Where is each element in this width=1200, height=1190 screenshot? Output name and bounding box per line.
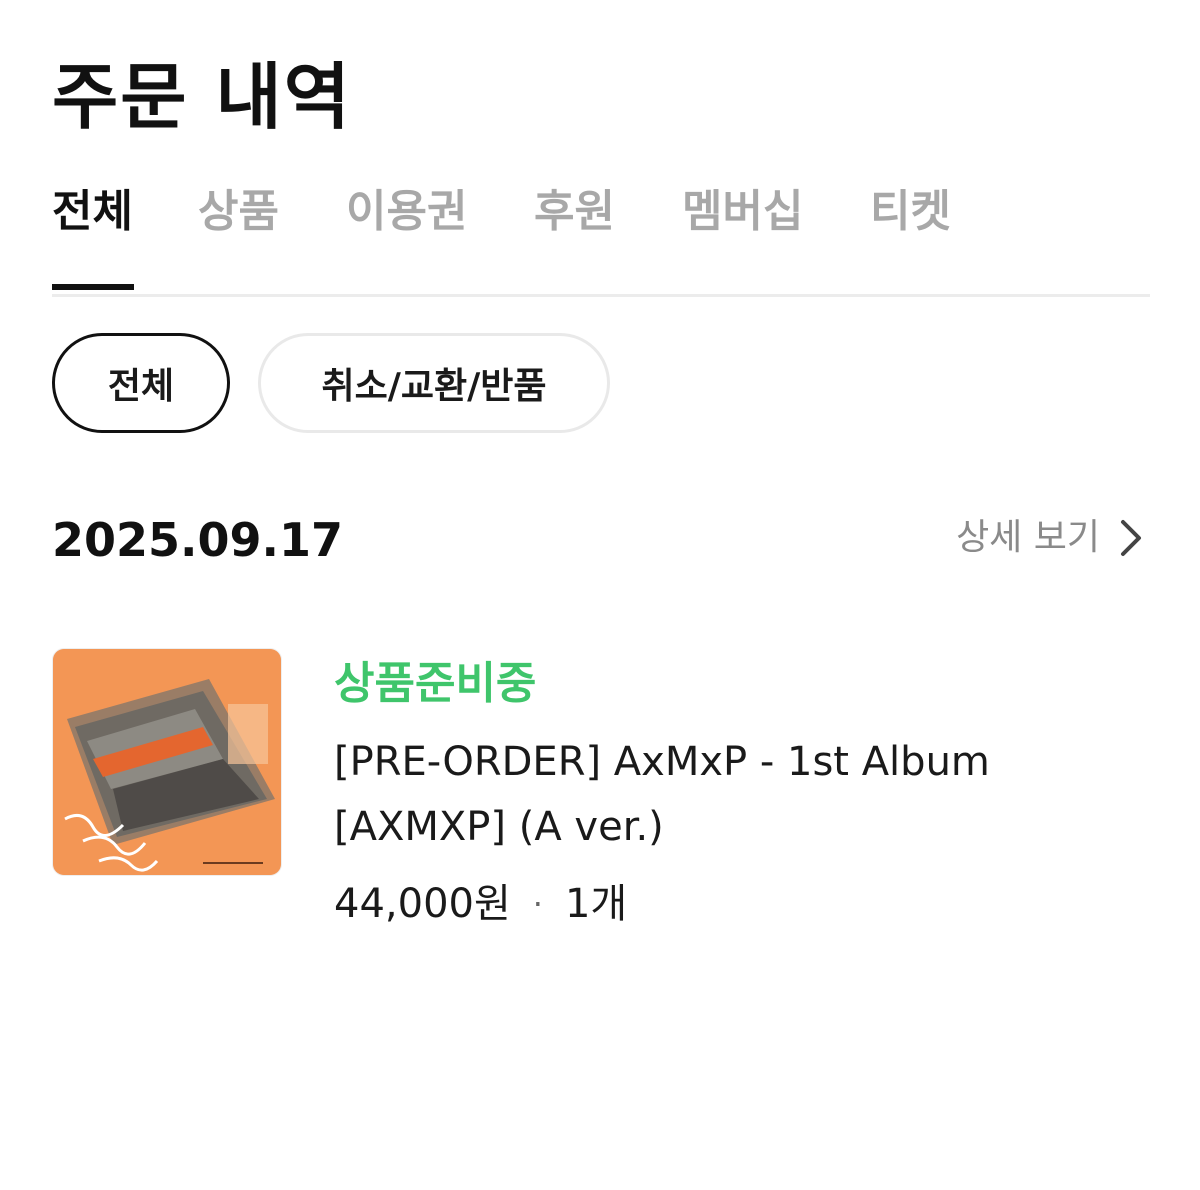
product-name[interactable]: [PRE-ORDER] AxMxP - 1st Album [AXMXP] (A… xyxy=(334,730,1094,860)
product-thumbnail[interactable] xyxy=(52,648,282,876)
price-quantity-row: 44,000원 · 1개 xyxy=(334,876,627,932)
tab-all[interactable]: 전체 xyxy=(52,180,133,244)
item-price: 44,000원 xyxy=(334,881,511,927)
tab-support[interactable]: 후원 xyxy=(534,180,615,244)
tab-goods[interactable]: 상품 xyxy=(198,180,279,244)
view-details-link[interactable]: 상세 보기 xyxy=(956,510,1144,566)
tab-ticket[interactable]: 티켓 xyxy=(870,180,951,244)
order-date: 2025.09.17 xyxy=(52,513,344,567)
view-details-label: 상세 보기 xyxy=(956,517,1100,558)
separator-dot: · xyxy=(532,885,543,923)
tab-pass[interactable]: 이용권 xyxy=(346,180,467,244)
filter-chip-cancel-exchange-return[interactable]: 취소/교환/반품 xyxy=(258,333,610,433)
active-tab-indicator xyxy=(52,284,134,290)
filter-chip-all[interactable]: 전체 xyxy=(52,333,230,433)
item-quantity: 1개 xyxy=(564,881,628,927)
chevron-right-icon xyxy=(1121,520,1141,556)
order-status: 상품준비중 xyxy=(334,658,537,709)
album-cover-image xyxy=(53,649,281,875)
tab-membership[interactable]: 멤버십 xyxy=(682,180,803,244)
order-type-tabs: 전체 상품 이용권 후원 멤버십 티켓 xyxy=(52,180,1150,297)
page-title: 주문 내역 xyxy=(52,55,353,139)
